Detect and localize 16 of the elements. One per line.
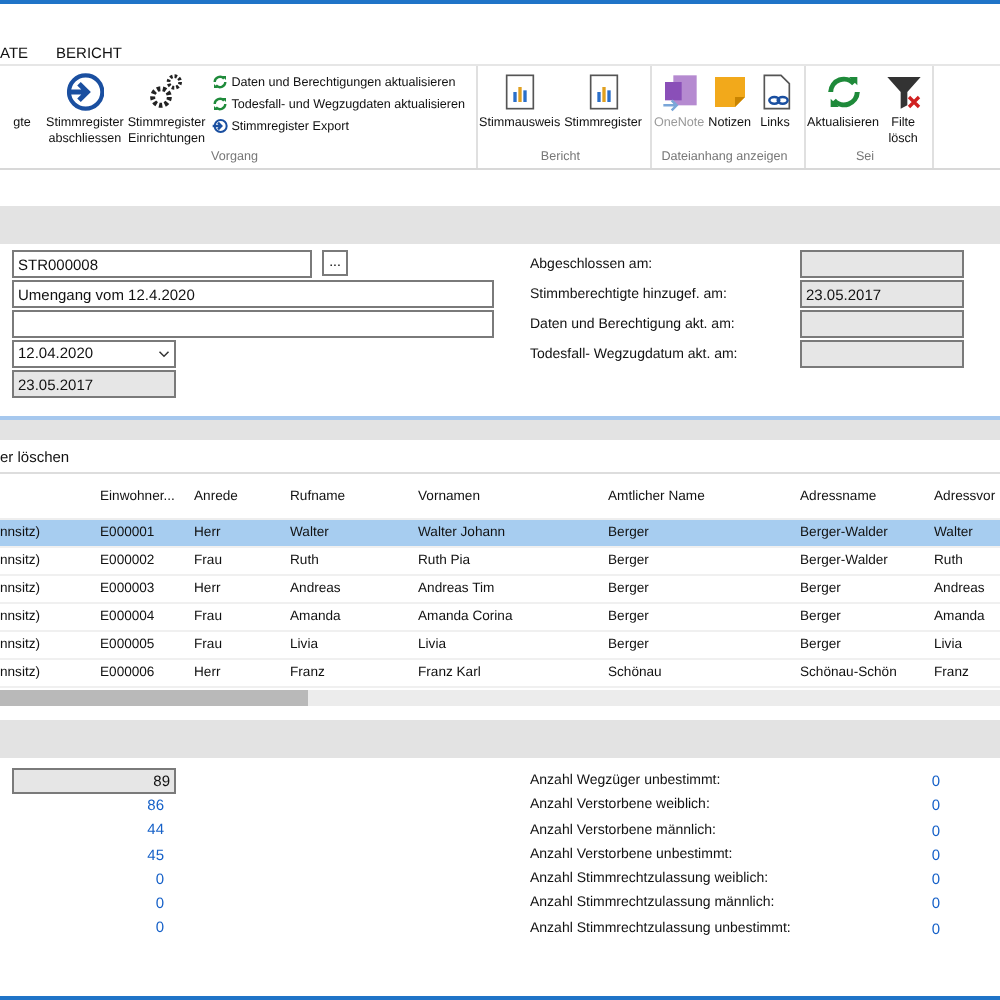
refresh-icon (823, 72, 864, 112)
date-field[interactable] (800, 310, 964, 338)
date-field[interactable] (800, 250, 964, 278)
horizontal-scrollbar[interactable] (0, 690, 1000, 706)
arrow-in-icon (211, 118, 228, 134)
notebook-icon (659, 72, 700, 112)
arrow-in-icon (64, 72, 105, 112)
scrollbar-thumb[interactable] (0, 690, 308, 706)
date-field[interactable] (800, 340, 964, 368)
filter-clear-icon (883, 72, 924, 112)
sticky-note-icon (709, 72, 750, 112)
gears-icon (146, 72, 187, 112)
text-field[interactable] (12, 310, 494, 338)
refresh-icon (211, 74, 228, 90)
chevron-down-icon (158, 350, 170, 358)
refresh-icon (211, 96, 228, 112)
